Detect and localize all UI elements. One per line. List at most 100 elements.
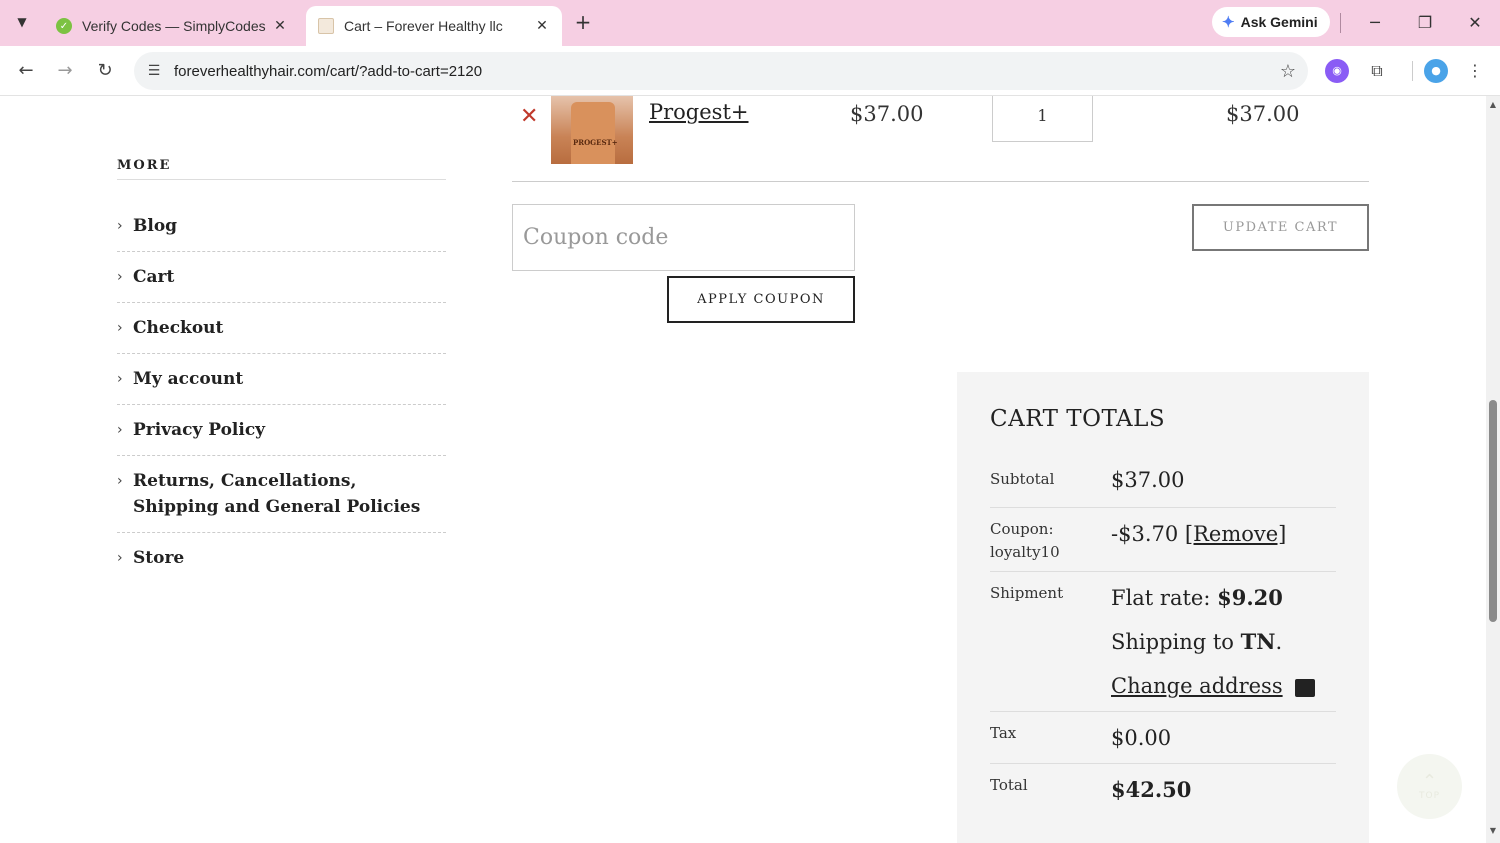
product-thumbnail[interactable]: PROGEST+ [551,96,633,164]
quantity-input[interactable]: 1 [992,96,1093,142]
back-to-top-button[interactable]: ⌃ TOP [1397,754,1462,819]
chevron-right-icon: › [117,218,123,234]
shipping-to-line: Shipping to TN. [1111,620,1341,664]
scroll-up-icon[interactable]: ▲ [1486,100,1500,109]
browser-tab-strip: ▼ ✓ Verify Codes — SimplyCodes ✕ Cart – … [0,0,1500,46]
close-icon[interactable]: ✕ [268,18,292,34]
sidebar-title: MORE [117,158,446,180]
kebab-menu-icon[interactable]: ⋮ [1463,59,1487,83]
divider [1340,13,1341,33]
check-icon: ✓ [56,18,72,34]
cart-item-row: ✕ PROGEST+ Progest+ $37.00 1 $37.00 [512,96,1369,182]
chevron-right-icon: › [117,473,123,489]
back-to-top-label: TOP [1418,790,1440,801]
arrow-left-icon[interactable]: ← [13,58,39,84]
truck-icon[interactable] [1294,678,1315,697]
address-bar[interactable]: ☰ foreverhealthyhair.com/cart/?add-to-ca… [134,52,1308,90]
subtotal-label: Subtotal [990,470,1055,488]
profile-avatar[interactable]: ● [1424,59,1448,83]
shipping-state: TN [1240,629,1276,654]
tab-cart[interactable]: Cart – Forever Healthy llc ✕ [306,6,562,46]
sidebar-list: › Blog › Cart › Checkout › My account › … [117,201,446,583]
ask-gemini-label: Ask Gemini [1240,14,1318,30]
plus-icon[interactable]: + [570,10,596,36]
coupon-row: Coupon: loyalty10 -$3.70 [Remove] [990,508,1336,572]
shipment-row: Shipment Flat rate: $9.20 Shipping to TN… [990,572,1336,712]
product-name-link[interactable]: Progest+ [649,100,749,124]
shipping-to-prefix: Shipping to [1111,630,1241,654]
close-icon[interactable]: ✕ [530,18,554,34]
page-icon [318,18,334,34]
sidebar-item-store[interactable]: › Store [117,533,446,583]
update-cart-button[interactable]: UPDATE CART [1192,204,1369,251]
tax-value: $0.00 [1111,726,1172,750]
total-row: Total $42.50 [990,764,1336,816]
chevron-right-icon: › [117,550,123,566]
tax-row: Tax $0.00 [990,712,1336,764]
tax-label: Tax [990,724,1017,742]
scrollbar-thumb[interactable] [1489,400,1497,622]
shipment-value: Flat rate: $9.20 Shipping to TN. Change … [1111,576,1341,708]
sidebar-item-label[interactable]: Checkout [133,315,223,341]
chevron-down-icon[interactable]: ▼ [8,8,36,36]
sidebar-item-label[interactable]: Blog [133,213,177,239]
sidebar-item-label[interactable]: Privacy Policy [133,417,265,443]
vertical-scrollbar[interactable]: ▲ ▼ [1486,96,1500,843]
sidebar-item-my-account[interactable]: › My account [117,354,446,405]
apply-coupon-button[interactable]: APPLY COUPON [667,276,855,323]
url-text[interactable]: foreverhealthyhair.com/cart/?add-to-cart… [174,63,1268,80]
sidebar-item-checkout[interactable]: › Checkout [117,303,446,354]
remove-coupon-link[interactable]: [Remove] [1185,522,1286,546]
close-window-icon[interactable]: ✕ [1460,10,1490,36]
sidebar-item-label[interactable]: Returns, Cancellations, Shipping and Gen… [133,468,446,520]
sidebar-item-blog[interactable]: › Blog [117,201,446,252]
remove-item-icon[interactable]: ✕ [520,104,538,129]
tab-verify-codes[interactable]: ✓ Verify Codes — SimplyCodes ✕ [44,6,300,46]
tune-icon[interactable]: ☰ [134,63,174,79]
flat-rate-amount: $9.20 [1217,585,1283,610]
page-content: MORE › Blog › Cart › Checkout › My accou… [0,96,1486,843]
sidebar-item-label[interactable]: Cart [133,264,174,290]
browser-toolbar: ← → ↻ ☰ foreverhealthyhair.com/cart/?add… [0,46,1500,96]
change-address-line: Change address [1111,664,1341,708]
shipment-label: Shipment [990,584,1064,602]
ask-gemini-button[interactable]: ✦ Ask Gemini [1212,7,1330,37]
coupon-value-wrap: -$3.70 [Remove] [1111,512,1341,556]
product-price: $37.00 [850,102,924,126]
cart-totals-title: CART TOTALS [990,406,1166,432]
total-label: Total [990,776,1028,794]
coupon-code-input[interactable]: Coupon code [512,204,855,271]
coupon-label: Coupon: loyalty10 [990,520,1060,561]
sidebar-item-privacy-policy[interactable]: › Privacy Policy [117,405,446,456]
chevron-right-icon: › [117,320,123,336]
subtotal-row: Subtotal $37.00 [990,458,1336,508]
tab-title: Verify Codes — SimplyCodes [82,18,266,34]
flat-rate-prefix: Flat rate: [1111,586,1218,610]
reload-icon[interactable]: ↻ [92,58,118,84]
sidebar-item-returns-policies[interactable]: › Returns, Cancellations, Shipping and G… [117,456,446,533]
minimize-icon[interactable]: ─ [1360,10,1390,36]
sidebar-item-label[interactable]: My account [133,366,243,392]
restore-icon[interactable]: ❐ [1410,10,1440,36]
sidebar-item-cart[interactable]: › Cart [117,252,446,303]
divider [1412,61,1413,81]
chevron-right-icon: › [117,371,123,387]
arrow-right-icon[interactable]: → [52,58,78,84]
chevron-up-icon: ⌃ [1421,770,1438,792]
product-image-label: PROGEST+ [573,138,618,147]
coupon-discount: -$3.70 [1111,522,1179,546]
total-value: $42.50 [1111,777,1192,802]
scroll-down-icon[interactable]: ▼ [1486,826,1500,835]
tab-title: Cart – Forever Healthy llc [344,18,503,34]
cart-totals-panel: CART TOTALS Subtotal $37.00 Coupon: loya… [957,372,1369,843]
puzzle-icon[interactable]: ⧉ [1365,59,1389,83]
chevron-right-icon: › [117,269,123,285]
extension-icon[interactable]: ◉ [1325,59,1349,83]
chevron-right-icon: › [117,422,123,438]
star-icon[interactable]: ☆ [1268,61,1308,82]
bottle-image [571,102,615,164]
sparkle-icon: ✦ [1222,14,1235,31]
sidebar-item-label[interactable]: Store [133,545,184,571]
change-address-link[interactable]: Change address [1111,674,1283,698]
subtotal-value: $37.00 [1111,468,1185,492]
